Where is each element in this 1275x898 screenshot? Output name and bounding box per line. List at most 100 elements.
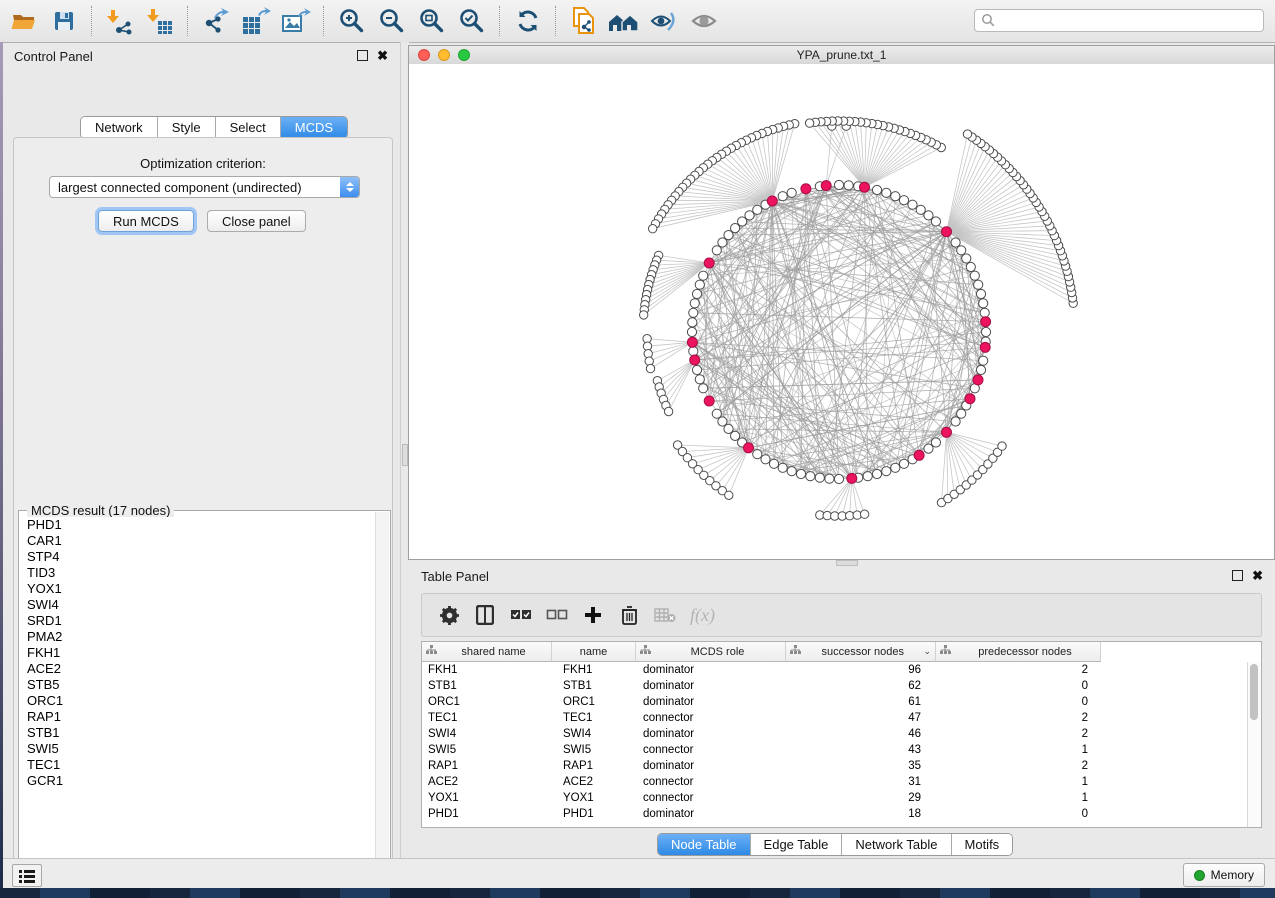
table-row[interactable]: SWI5SWI5connector431: [422, 742, 1248, 758]
graph-satellite-node[interactable]: [998, 442, 1006, 450]
graph-hub-node[interactable]: [687, 337, 697, 347]
graph-hub-node[interactable]: [767, 196, 777, 206]
graph-node[interactable]: [979, 356, 988, 365]
float-table-panel-icon[interactable]: [1232, 570, 1243, 581]
mcds-result-item[interactable]: CAR1: [20, 533, 376, 549]
graph-hub-node[interactable]: [690, 355, 700, 365]
graph-node[interactable]: [699, 384, 708, 393]
mcds-result-item[interactable]: SRD1: [20, 613, 376, 629]
first-neighbors-icon[interactable]: [604, 3, 644, 39]
graph-satellite-node[interactable]: [646, 364, 654, 372]
mcds-result-item[interactable]: FKH1: [20, 645, 376, 661]
mcds-result-item[interactable]: PHD1: [20, 517, 376, 533]
graph-node[interactable]: [699, 271, 708, 280]
mcds-result-item[interactable]: PMA2: [20, 629, 376, 645]
function-builder-icon[interactable]: f(x): [690, 605, 715, 626]
mcds-result-item[interactable]: STB1: [20, 725, 376, 741]
import-table-icon[interactable]: [140, 3, 180, 39]
graph-node[interactable]: [769, 459, 778, 468]
network-titlebar[interactable]: YPA_prune.txt_1: [409, 46, 1274, 65]
graph-node[interactable]: [916, 205, 925, 214]
graph-node[interactable]: [695, 375, 704, 384]
graph-node[interactable]: [692, 289, 701, 298]
tab-network-table[interactable]: Network Table: [842, 834, 951, 855]
mcds-result-item[interactable]: YOX1: [20, 581, 376, 597]
tab-mcds[interactable]: MCDS: [281, 117, 347, 138]
table-settings-gear-icon[interactable]: [438, 604, 460, 626]
graph-node[interactable]: [924, 444, 933, 453]
graph-node[interactable]: [882, 467, 891, 476]
graph-node[interactable]: [974, 280, 983, 289]
close-panel-button[interactable]: Close panel: [207, 210, 306, 232]
delete-column-trash-icon[interactable]: [618, 604, 640, 626]
graph-hub-node[interactable]: [744, 443, 754, 453]
graph-node[interactable]: [951, 417, 960, 426]
result-scrollbar[interactable]: [375, 512, 389, 881]
mcds-result-item[interactable]: RAP1: [20, 709, 376, 725]
mcds-result-item[interactable]: ACE2: [20, 661, 376, 677]
graph-node[interactable]: [712, 246, 721, 255]
graph-node[interactable]: [718, 417, 727, 426]
column-header-shared-name[interactable]: shared name: [422, 642, 552, 662]
table-row[interactable]: YOX1YOX1connector291: [422, 790, 1248, 806]
graph-hub-node[interactable]: [801, 184, 811, 194]
graph-node[interactable]: [976, 289, 985, 298]
graph-node[interactable]: [778, 463, 787, 472]
graph-satellite-node[interactable]: [860, 510, 868, 518]
task-history-button[interactable]: [12, 864, 42, 887]
graph-hub-node[interactable]: [860, 182, 870, 192]
tab-network[interactable]: Network: [81, 117, 158, 138]
graph-hub-node[interactable]: [821, 181, 831, 191]
close-table-panel-icon[interactable]: ✖: [1252, 571, 1263, 581]
column-header-MCDS-role[interactable]: MCDS role: [636, 642, 786, 662]
mcds-result-item[interactable]: GCR1: [20, 773, 376, 789]
graph-node[interactable]: [753, 450, 762, 459]
zoom-fit-icon[interactable]: [412, 3, 452, 39]
graph-node[interactable]: [815, 473, 824, 482]
tab-node-table[interactable]: Node Table: [658, 834, 751, 855]
graphics-details-eye-icon[interactable]: [644, 3, 684, 39]
graph-hub-node[interactable]: [704, 396, 714, 406]
table-row[interactable]: ACE2ACE2connector311: [422, 774, 1248, 790]
export-image-icon[interactable]: [276, 3, 316, 39]
mcds-result-list[interactable]: PHD1CAR1STP4TID3YOX1SWI4SRD1PMA2FKH1ACE2…: [20, 517, 376, 881]
graph-node[interactable]: [966, 262, 975, 271]
run-mcds-button[interactable]: Run MCDS: [98, 210, 194, 232]
table-row[interactable]: SWI4SWI4dominator462: [422, 726, 1248, 742]
graph-hub-node[interactable]: [914, 450, 924, 460]
add-column-icon[interactable]: [582, 604, 604, 626]
tab-style[interactable]: Style: [158, 117, 216, 138]
open-file-icon[interactable]: [4, 3, 44, 39]
mcds-result-item[interactable]: SWI4: [20, 597, 376, 613]
table-row[interactable]: PHD1PHD1dominator180: [422, 806, 1248, 822]
column-header-name[interactable]: name: [552, 642, 636, 662]
graph-node[interactable]: [891, 463, 900, 472]
refresh-icon[interactable]: [508, 3, 548, 39]
search-field[interactable]: [974, 9, 1264, 32]
graph-node[interactable]: [962, 254, 971, 263]
column-header-successor-nodes[interactable]: successor nodes⌄: [786, 642, 936, 662]
memory-button[interactable]: Memory: [1183, 863, 1265, 887]
zoom-selected-icon[interactable]: [452, 3, 492, 39]
graph-node[interactable]: [872, 185, 881, 194]
graph-hub-node[interactable]: [847, 473, 857, 483]
graph-hub-node[interactable]: [980, 342, 990, 352]
mcds-result-item[interactable]: TEC1: [20, 757, 376, 773]
optimization-criterion-select[interactable]: largest connected component (undirected): [49, 176, 360, 198]
graph-node[interactable]: [872, 469, 881, 478]
graph-hub-node[interactable]: [704, 258, 714, 268]
graph-node[interactable]: [825, 474, 834, 483]
export-table-icon[interactable]: [236, 3, 276, 39]
graph-node[interactable]: [787, 467, 796, 476]
graph-hub-node[interactable]: [973, 375, 983, 385]
graph-node[interactable]: [981, 327, 990, 336]
clone-network-icon[interactable]: [564, 3, 604, 39]
graph-node[interactable]: [863, 472, 872, 481]
graph-node[interactable]: [690, 299, 699, 308]
graph-satellite-node[interactable]: [640, 311, 648, 319]
mcds-result-item[interactable]: STB5: [20, 677, 376, 693]
graph-hub-node[interactable]: [965, 394, 975, 404]
graph-node[interactable]: [834, 180, 843, 189]
table-row[interactable]: RAP1RAP1dominator352: [422, 758, 1248, 774]
graph-node[interactable]: [951, 238, 960, 247]
